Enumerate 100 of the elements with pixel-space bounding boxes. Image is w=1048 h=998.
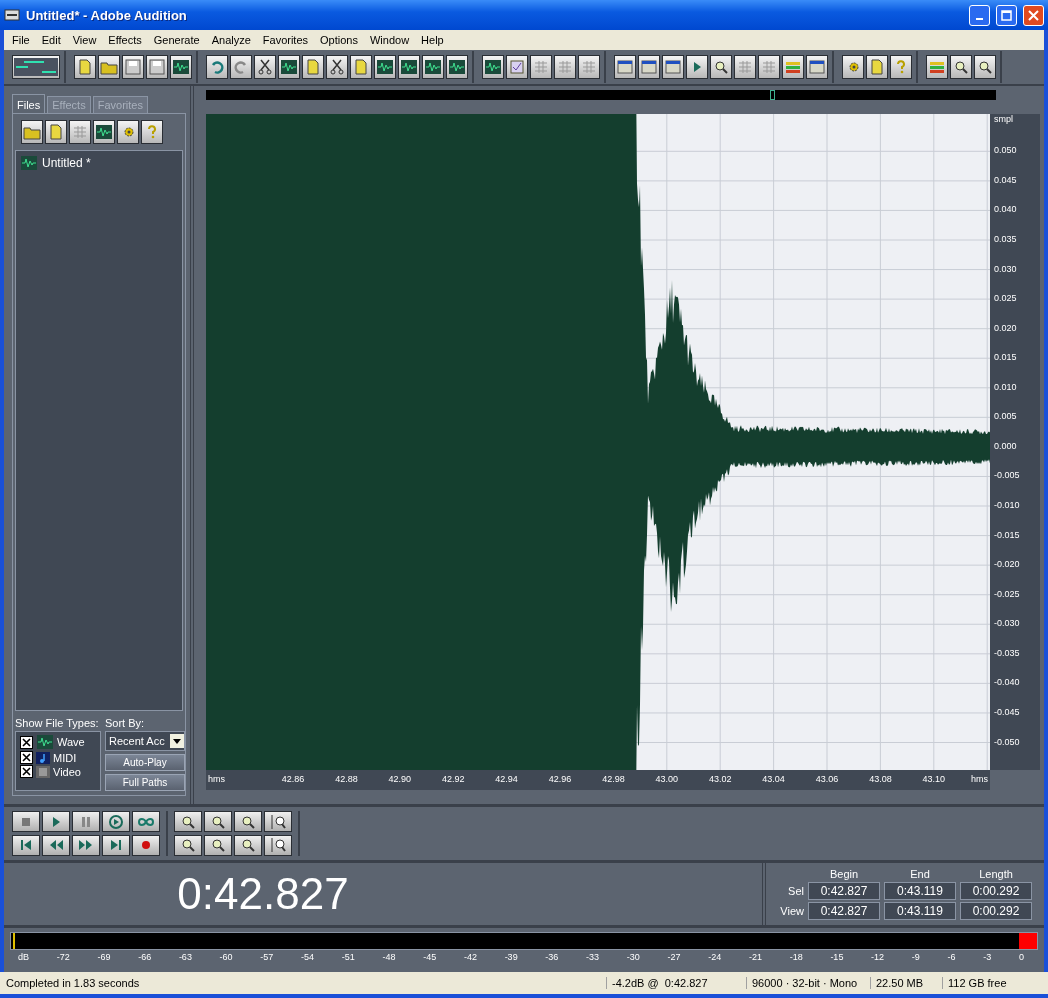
time-field[interactable]: 0:43.119 (884, 902, 956, 920)
toolbar-button[interactable] (890, 55, 912, 79)
menu-item[interactable]: Favorites (256, 34, 315, 46)
panel-button[interactable] (117, 120, 139, 144)
toolbar-button[interactable] (302, 55, 324, 79)
toolbar-button[interactable] (734, 55, 756, 79)
row-label: Sel (787, 885, 804, 897)
time-field[interactable]: 0:42.827 (808, 902, 880, 920)
close-button[interactable] (1023, 4, 1044, 26)
menu-item[interactable]: Generate (147, 34, 206, 46)
transport-button[interactable] (42, 834, 70, 856)
panel-tab[interactable]: Files (12, 94, 46, 113)
toolbar-button[interactable] (758, 55, 780, 79)
maximize-button[interactable] (996, 4, 1017, 26)
toolbar-button[interactable] (230, 55, 252, 79)
toolbar-button[interactable] (98, 55, 120, 79)
menu-item[interactable]: Analyze (205, 34, 257, 46)
toolbar-button[interactable] (326, 55, 348, 79)
transport-button[interactable] (102, 834, 130, 856)
toolbar-button[interactable] (782, 55, 804, 79)
toolbar-button[interactable] (398, 55, 420, 79)
toolbar-button[interactable] (950, 55, 972, 79)
time-field[interactable]: 0:00.292 (960, 882, 1032, 900)
toolbar-button[interactable] (806, 55, 828, 79)
toolbar-button[interactable] (122, 55, 144, 79)
toolbar-button[interactable] (374, 55, 396, 79)
zoom-button[interactable] (204, 811, 232, 832)
time-tick: 42.88 (335, 774, 358, 784)
view-range-marker[interactable] (770, 90, 776, 100)
transport-button[interactable] (12, 811, 40, 832)
transport-button[interactable] (132, 834, 160, 856)
toolbar-button[interactable] (74, 55, 96, 79)
toolbar-button[interactable] (554, 55, 576, 79)
zoom-button[interactable] (264, 834, 292, 856)
toolbar-button[interactable] (974, 55, 996, 79)
zoom-button[interactable] (234, 811, 262, 832)
toolbar-button[interactable] (638, 55, 660, 79)
menu-item[interactable]: Window (364, 34, 416, 46)
panel-button[interactable] (21, 120, 43, 144)
toolbar-button[interactable] (710, 55, 732, 79)
time-field[interactable]: 0:42.827 (808, 882, 880, 900)
minimize-button[interactable] (969, 4, 990, 26)
transport-button[interactable] (42, 811, 70, 832)
menu-item[interactable]: View (66, 34, 103, 46)
scissors-icon (256, 59, 274, 75)
panel-option-button[interactable]: Full Paths (105, 774, 185, 791)
time-field[interactable]: 0:00.292 (960, 902, 1032, 920)
toolbar-button[interactable] (482, 55, 504, 79)
panel-button[interactable] (93, 120, 115, 144)
checkbox[interactable] (20, 735, 33, 749)
zoom-button[interactable] (174, 811, 202, 832)
toolbar-button[interactable] (146, 55, 168, 79)
menu-item[interactable]: Help (415, 34, 450, 46)
time-field[interactable]: 0:43.119 (884, 882, 956, 900)
toolbar-button[interactable] (842, 55, 864, 79)
toolbar-button[interactable] (686, 55, 708, 79)
panel-option-button[interactable]: Auto-Play (105, 754, 185, 771)
checkbox[interactable] (20, 765, 33, 778)
transport-button[interactable] (102, 811, 130, 832)
zoom-button[interactable] (234, 834, 262, 856)
amplitude-tick: 0.025 (994, 293, 1017, 304)
transport-button[interactable] (132, 811, 160, 832)
magnifier-icon (712, 59, 730, 75)
toolbar-button[interactable] (446, 55, 468, 79)
waveform-icon (484, 59, 502, 75)
menu-item[interactable]: Effects (102, 34, 148, 46)
waveform-display[interactable] (206, 114, 990, 770)
menu-item[interactable]: File (6, 34, 36, 46)
multitrack-view-button[interactable] (12, 55, 60, 79)
amplitude-tick: -0.050 (994, 736, 1020, 747)
magnifier-icon (976, 59, 994, 75)
zoom-button[interactable] (174, 834, 202, 856)
toolbar-button[interactable] (662, 55, 684, 79)
sort-dropdown[interactable]: Recent Acc (105, 731, 185, 751)
toolbar-button[interactable] (170, 55, 192, 79)
toolbar-button[interactable] (614, 55, 636, 79)
toolbar-button[interactable] (926, 55, 948, 79)
toolbar-button[interactable] (422, 55, 444, 79)
amplitude-tick: -0.025 (994, 588, 1020, 599)
transport-button[interactable] (12, 834, 40, 856)
toolbar-button[interactable] (254, 55, 276, 79)
transport-button[interactable] (72, 834, 100, 856)
panel-button[interactable] (45, 120, 67, 144)
toolbar-button[interactable] (530, 55, 552, 79)
toolbar-button[interactable] (578, 55, 600, 79)
checkbox[interactable] (20, 751, 33, 764)
panel-button[interactable] (141, 120, 163, 144)
audio-document-entry[interactable]: Untitled * (20, 155, 178, 171)
menu-item[interactable]: Edit (35, 34, 67, 46)
toolbar-button[interactable] (206, 55, 228, 79)
menu-item[interactable]: Options (314, 34, 364, 46)
toolbar-button[interactable] (350, 55, 372, 79)
toolbar-button[interactable] (278, 55, 300, 79)
track-lanes-icon (14, 58, 58, 76)
panel-button[interactable] (69, 120, 91, 144)
toolbar-button[interactable] (506, 55, 528, 79)
zoom-button[interactable] (264, 811, 292, 832)
toolbar-button[interactable] (866, 55, 888, 79)
transport-button[interactable] (72, 811, 100, 832)
zoom-button[interactable] (204, 834, 232, 856)
